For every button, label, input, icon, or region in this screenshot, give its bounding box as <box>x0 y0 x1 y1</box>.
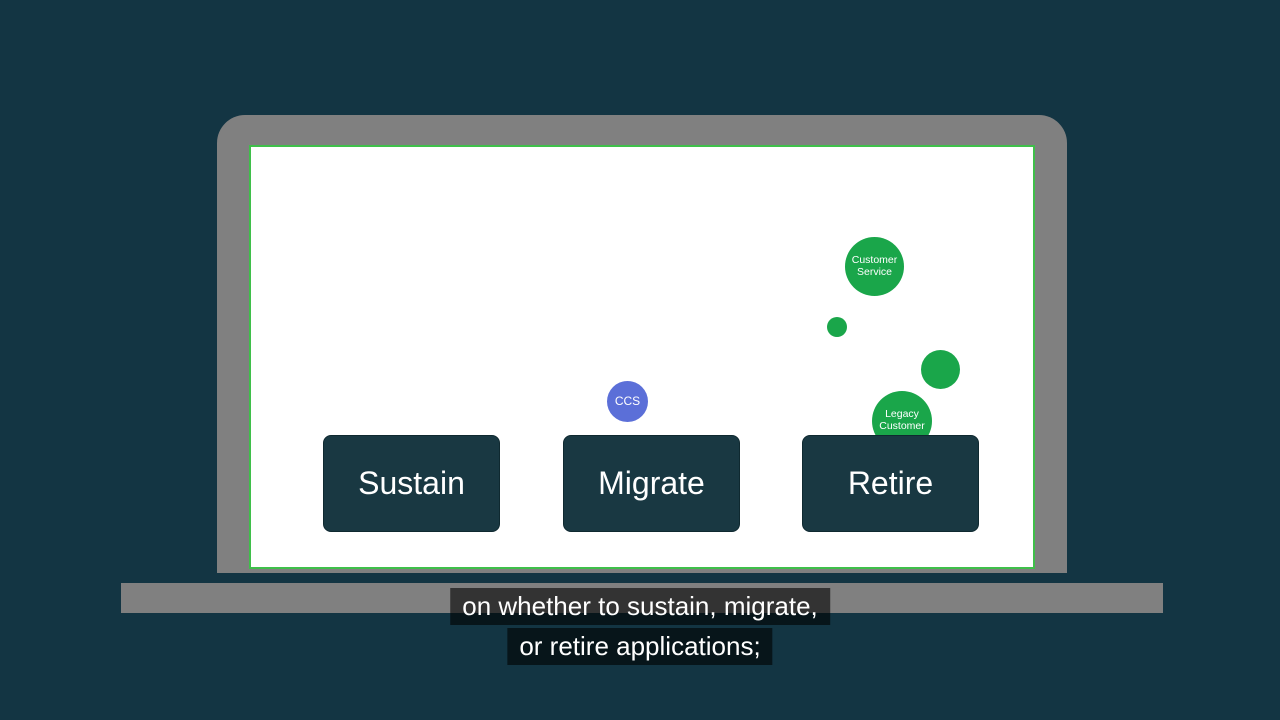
bubble-label: CCS <box>615 395 640 408</box>
card-label: Sustain <box>358 465 465 502</box>
caption-text: or retire applications; <box>507 628 772 665</box>
app-bubble-customer-service: Customer Service <box>845 237 904 296</box>
bubble-label: Customer Service <box>852 255 898 278</box>
laptop-screen: CCS Customer Service Legacy Customer Sus… <box>249 145 1035 569</box>
laptop-illustration: CCS Customer Service Legacy Customer Sus… <box>217 115 1067 595</box>
app-bubble-ccs: CCS <box>607 381 648 422</box>
bubble-label: Legacy Customer <box>879 409 925 432</box>
caption-line-1: on whether to sustain, migrate, <box>450 588 830 625</box>
app-bubble-small <box>827 317 847 337</box>
laptop-body: CCS Customer Service Legacy Customer Sus… <box>217 115 1067 573</box>
card-label: Retire <box>848 465 933 502</box>
category-card-sustain: Sustain <box>323 435 500 532</box>
caption-line-2: or retire applications; <box>507 628 772 665</box>
category-card-retire: Retire <box>802 435 979 532</box>
card-label: Migrate <box>598 465 705 502</box>
category-card-migrate: Migrate <box>563 435 740 532</box>
caption-text: on whether to sustain, migrate, <box>450 588 830 625</box>
app-bubble-medium <box>921 350 960 389</box>
